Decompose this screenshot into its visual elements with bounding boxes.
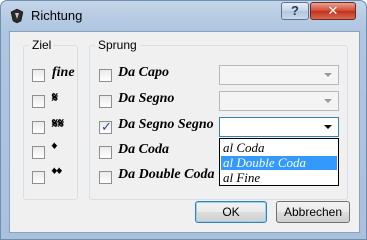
dialog-body: Ziel fine 𝄋 𝄋𝄋 𝄌 𝄌𝄌 Sprung Da Capo Da Se… (9, 31, 360, 233)
ziel-double-coda-checkbox[interactable] (32, 171, 45, 184)
help-button[interactable]: ? (281, 2, 309, 20)
da-double-coda-label: Da Double Coda (118, 167, 215, 182)
sprung-legend: Sprung (95, 38, 140, 52)
cancel-button[interactable]: Abbrechen (276, 201, 350, 223)
ziel-double-coda-label: 𝄌𝄌 (52, 166, 62, 182)
ziel-coda-label: 𝄌 (52, 141, 57, 157)
da-capo-combo[interactable] (219, 65, 339, 85)
app-icon (9, 8, 25, 24)
jump-dropdown-list: al Coda al Double Coda al Fine (219, 138, 339, 186)
close-button[interactable]: ✕ (310, 2, 356, 20)
ok-button[interactable]: OK (195, 201, 267, 223)
chevron-down-icon (324, 125, 332, 129)
dropdown-option-al-coda[interactable]: al Coda (221, 141, 337, 155)
dropdown-option-al-double-coda[interactable]: al Double Coda (221, 156, 337, 170)
da-capo-checkbox[interactable] (99, 69, 112, 82)
ziel-segno-label: 𝄋 (52, 90, 59, 106)
da-segno-segno-label: Da Segno Segno (118, 117, 214, 132)
da-segno-label: Da Segno (118, 91, 175, 106)
title-bar[interactable]: Richtung ? ✕ (1, 1, 366, 31)
da-double-coda-checkbox[interactable] (99, 171, 112, 184)
window-title: Richtung (31, 8, 83, 23)
chevron-down-icon (324, 73, 332, 77)
ziel-fine-label: fine (52, 65, 75, 80)
dialog-window: Richtung ? ✕ Ziel fine 𝄋 𝄋𝄋 𝄌 𝄌𝄌 Sprung … (0, 0, 367, 240)
da-segno-segno-combo[interactable] (219, 117, 339, 137)
ziel-fine-checkbox[interactable] (32, 69, 45, 82)
da-segno-segno-checkbox[interactable] (99, 119, 112, 135)
ziel-segno-checkbox[interactable] (32, 95, 45, 108)
da-segno-checkbox[interactable] (99, 95, 112, 108)
ziel-coda-checkbox[interactable] (32, 146, 45, 159)
da-capo-label: Da Capo (118, 65, 169, 80)
ziel-segno-segno-checkbox[interactable] (32, 121, 45, 134)
dropdown-option-al-fine[interactable]: al Fine (221, 171, 337, 185)
ziel-segno-segno-label: 𝄋𝄋 (52, 116, 65, 132)
da-coda-checkbox[interactable] (99, 146, 112, 159)
chevron-down-icon (324, 99, 332, 103)
da-coda-label: Da Coda (118, 142, 169, 157)
da-segno-combo[interactable] (219, 91, 339, 111)
ziel-legend: Ziel (29, 38, 55, 52)
